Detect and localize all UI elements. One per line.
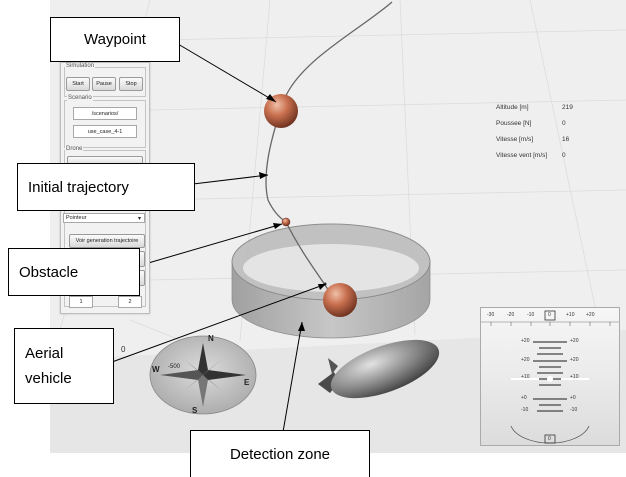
pause-button[interactable]: Pause	[92, 77, 116, 91]
trajectory-generation-button[interactable]: Voir generation trajectoire	[69, 234, 145, 248]
pitch-right-4: +0	[570, 395, 576, 401]
telemetry-value-thrust: 0	[562, 120, 566, 127]
callout-detection-zone: Detection zone	[190, 430, 370, 477]
compass-west-label: W	[152, 365, 160, 374]
pitch-left-1: +20	[521, 338, 530, 344]
scenario-path-field[interactable]: /scenarios/	[73, 107, 137, 120]
telemetry-value-speed: 16	[562, 136, 570, 143]
pitch-right-3: +10	[570, 374, 579, 380]
pitch-left-4: +0	[521, 395, 527, 401]
callout-aerial-vehicle: Aerial vehicle	[14, 328, 114, 404]
telemetry-label-thrust: Poussee [N]	[496, 120, 532, 127]
axis-origin-label: 0	[121, 345, 126, 354]
hud-graphics	[481, 310, 619, 444]
callout-obstacle: Obstacle	[8, 248, 140, 296]
mode-select[interactable]: Pointeur ▾	[63, 213, 145, 223]
pitch-left-2: +20	[521, 357, 530, 363]
pitch-right-2: +20	[570, 357, 579, 363]
telemetry-label-wind: Vitesse vent [m/s]	[496, 152, 548, 159]
scenario-file-field[interactable]: use_case_4-1	[73, 125, 137, 138]
stop-button[interactable]: Stop	[119, 77, 143, 91]
pitch-right-5: -10	[570, 407, 578, 413]
callout-initial-trajectory: Initial trajectory	[17, 163, 195, 211]
heading-tick-2: -20	[507, 312, 515, 318]
callout-aerial-vehicle-line1: Aerial	[25, 345, 64, 362]
value-field-b[interactable]: 2	[118, 296, 142, 308]
compass-north-label: N	[208, 334, 214, 343]
heading-tick-6: +20	[586, 312, 595, 318]
detection-zone	[231, 223, 431, 339]
aerial-vehicle-sphere	[323, 283, 357, 317]
heading-tick-4: 0	[548, 312, 551, 318]
telemetry-value-wind: 0	[562, 152, 566, 159]
telemetry-label-speed: Vitesse [m/s]	[496, 136, 534, 143]
compass-scale-label: -500	[168, 364, 181, 370]
obstacle-marker	[281, 217, 291, 227]
compass-south-label: S	[192, 406, 198, 415]
heading-tick-5: +10	[566, 312, 575, 318]
drone-group-title: Drone	[65, 146, 84, 152]
callout-waypoint: Waypoint	[50, 17, 180, 62]
pitch-left-3: +10	[521, 374, 530, 380]
callout-aerial-vehicle-line2: vehicle	[25, 370, 72, 387]
mode-select-value: Pointeur	[66, 215, 87, 221]
pitch-left-5: -10	[521, 407, 529, 413]
telemetry-value-altitude: 219	[562, 104, 573, 111]
chevron-down-icon: ▾	[137, 216, 141, 222]
compass-rose	[149, 335, 257, 415]
roll-value: 0	[548, 436, 551, 442]
pitch-right-1: +20	[570, 338, 579, 344]
scenario-group-title: Scenario	[67, 95, 93, 101]
start-button[interactable]: Start	[66, 77, 90, 91]
compass-east-label: E	[244, 378, 250, 387]
value-field-a[interactable]: 1	[69, 296, 93, 308]
heading-tick-3: -10	[527, 312, 535, 318]
telemetry-label-altitude: Altitude [m]	[496, 104, 529, 111]
attitude-indicator: -30 -20 -10 0 +10 +20 +20 +20 +10 +0 -10…	[480, 307, 620, 446]
simulation-group-title: Simulation	[65, 63, 96, 69]
heading-tick-1: -30	[487, 312, 495, 318]
